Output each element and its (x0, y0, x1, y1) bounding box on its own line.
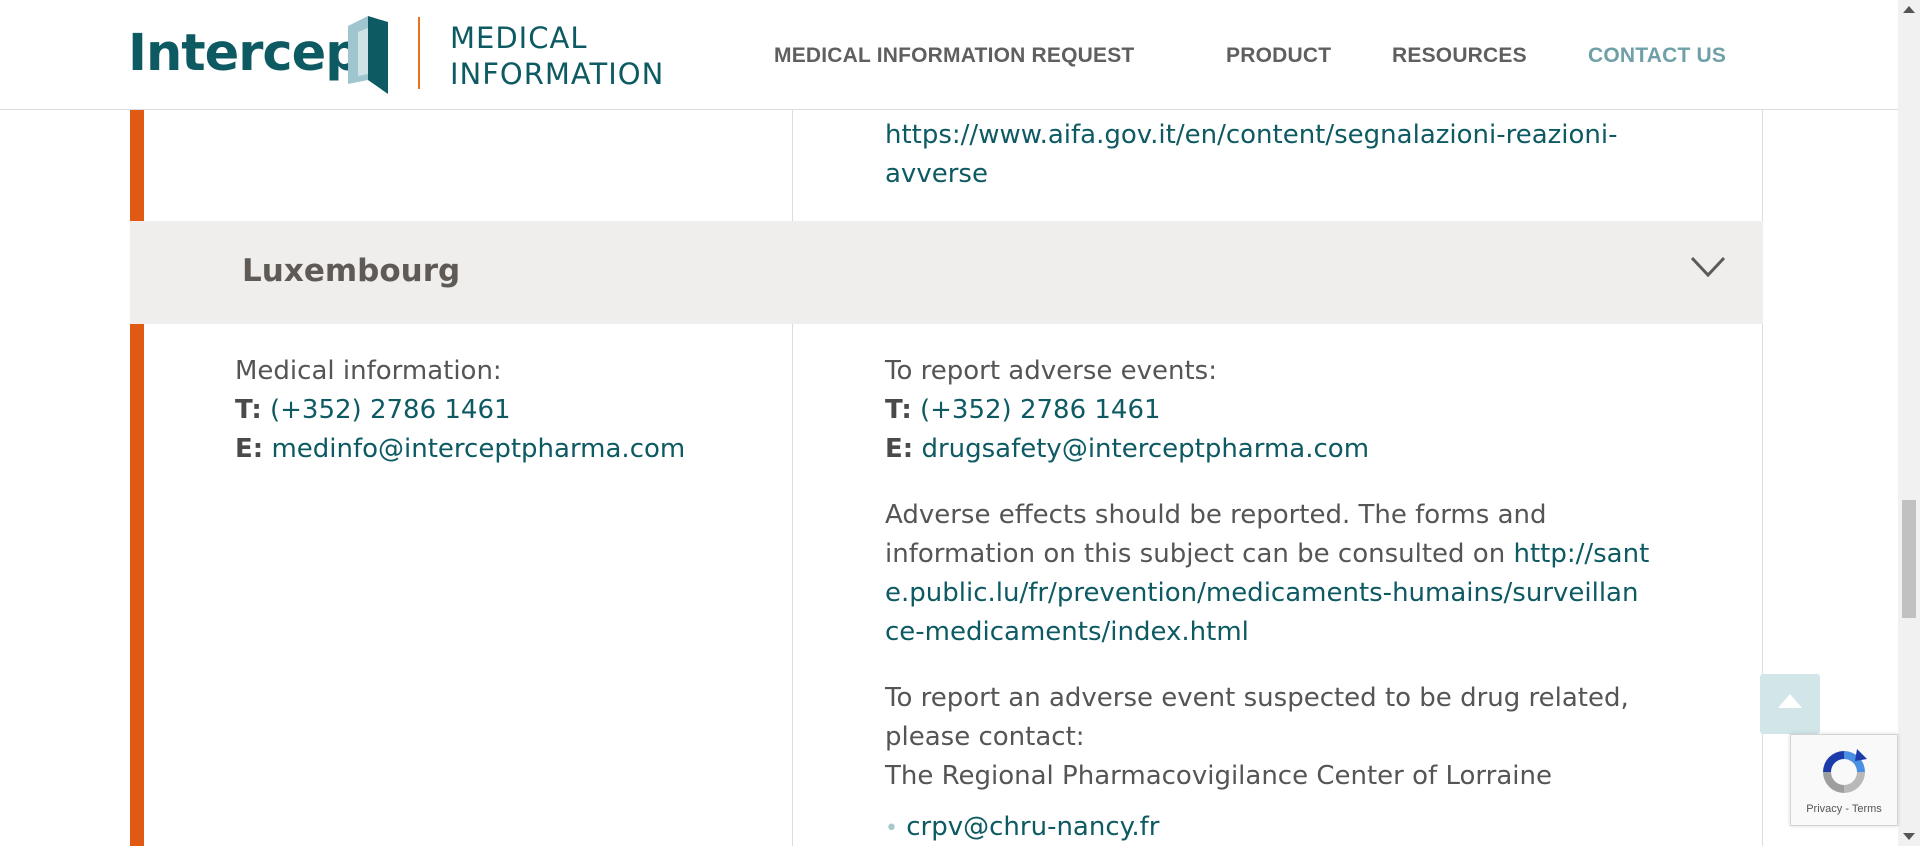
nav-resources[interactable]: RESOURCES (1392, 44, 1527, 68)
phone-label: T: (235, 395, 262, 425)
logo-subtitle-line2: INFORMATION (450, 57, 665, 91)
adverse-heading: To report adverse events: (885, 356, 1217, 386)
para1-line2-text: information on this subject can be consu… (885, 539, 1514, 569)
phone-label: T: (885, 395, 912, 425)
para1-line1: Adverse effects should be reported. The … (885, 500, 1547, 530)
para1-line3: e.public.lu/fr/prevention/medicaments-hu… (885, 574, 1715, 613)
arrow-up-icon (1778, 694, 1802, 708)
crpv-email-link[interactable]: crpv@chru-nancy.fr (906, 812, 1159, 842)
sante-link-part1[interactable]: http://sant (1513, 539, 1649, 569)
panel-accent-bar (130, 109, 144, 221)
recaptcha-icon (1823, 749, 1867, 793)
accordion-title: Luxembourg (242, 253, 461, 289)
scroll-thumb[interactable] (1902, 500, 1916, 618)
panel-accent-bar (130, 324, 144, 846)
recaptcha-badge[interactable]: Privacy - Terms (1790, 734, 1898, 826)
medical-info-heading: Medical information: (235, 356, 502, 386)
adverse-events-block: To report adverse events: T: (+352) 2786… (885, 352, 1715, 848)
aifa-link[interactable]: https://www.aifa.gov.it/en/content/segna… (885, 116, 1618, 194)
aifa-link-line1: https://www.aifa.gov.it/en/content/segna… (885, 120, 1618, 150)
nav-product[interactable]: PRODUCT (1226, 44, 1331, 68)
para2-line1: To report an adverse event suspected to … (885, 683, 1629, 713)
adverse-email-row: E: drugsafety@interceptpharma.com (885, 430, 1715, 469)
contact-list-item: • crpv@chru-nancy.fr (885, 808, 1715, 848)
logo-door-icon (348, 16, 388, 94)
medical-phone-link[interactable]: (+352) 2786 1461 (270, 395, 511, 425)
scroll-up-arrow-icon[interactable] (1903, 6, 1915, 13)
para2-line2: please contact: (885, 722, 1085, 752)
sante-link-part3[interactable]: ce-medicaments/index.html (885, 617, 1249, 647)
adverse-paragraph-2: To report an adverse event suspected to … (885, 679, 1715, 796)
nav-medical-information-request[interactable]: MEDICAL INFORMATION REQUEST (774, 44, 1134, 68)
email-label: E: (885, 434, 914, 464)
adverse-phone-link[interactable]: (+352) 2786 1461 (920, 395, 1161, 425)
logo-divider (418, 17, 420, 89)
previous-country-panel: https://www.aifa.gov.it/en/content/segna… (130, 109, 1763, 221)
column-divider (792, 109, 793, 221)
recaptcha-links[interactable]: Privacy - Terms (1791, 803, 1897, 815)
chevron-down-icon[interactable] (1690, 255, 1726, 279)
email-label: E: (235, 434, 264, 464)
para1-line4: ce-medicaments/index.html (885, 613, 1715, 652)
para1-line2: information on this subject can be consu… (885, 535, 1715, 574)
page-scrollbar[interactable] (1898, 0, 1920, 846)
aifa-link-line2: avverse (885, 159, 988, 189)
adverse-paragraph-1: Adverse effects should be reported. The … (885, 496, 1715, 652)
adverse-phone-row: T: (+352) 2786 1461 (885, 391, 1715, 430)
logo-subtitle: MEDICAL INFORMATION (450, 20, 664, 92)
luxembourg-panel: Medical information: T: (+352) 2786 1461… (130, 324, 1763, 846)
medical-email-link[interactable]: medinfo@interceptpharma.com (271, 434, 685, 464)
accordion-luxembourg[interactable]: Luxembourg (130, 221, 1763, 324)
aifa-link-block: https://www.aifa.gov.it/en/content/segna… (885, 116, 1618, 194)
medical-email-row: E: medinfo@interceptpharma.com (235, 430, 685, 469)
site-header: Intercept MEDICAL INFORMATION MEDICAL IN… (0, 0, 1898, 110)
column-divider (792, 324, 793, 846)
para2-line3: The Regional Pharmacovigilance Center of… (885, 761, 1552, 791)
bullet-icon: • (885, 816, 898, 841)
medical-info-block: Medical information: T: (+352) 2786 1461… (235, 352, 685, 469)
sante-link-part2[interactable]: e.public.lu/fr/prevention/medicaments-hu… (885, 578, 1638, 608)
medical-phone-row: T: (+352) 2786 1461 (235, 391, 685, 430)
scroll-down-arrow-icon[interactable] (1903, 833, 1915, 840)
back-to-top-button[interactable] (1760, 674, 1820, 734)
page-content: https://www.aifa.gov.it/en/content/segna… (0, 0, 1898, 846)
nav-contact-us[interactable]: CONTACT US (1588, 44, 1726, 68)
adverse-email-link[interactable]: drugsafety@interceptpharma.com (921, 434, 1369, 464)
logo-subtitle-line1: MEDICAL (450, 21, 588, 55)
